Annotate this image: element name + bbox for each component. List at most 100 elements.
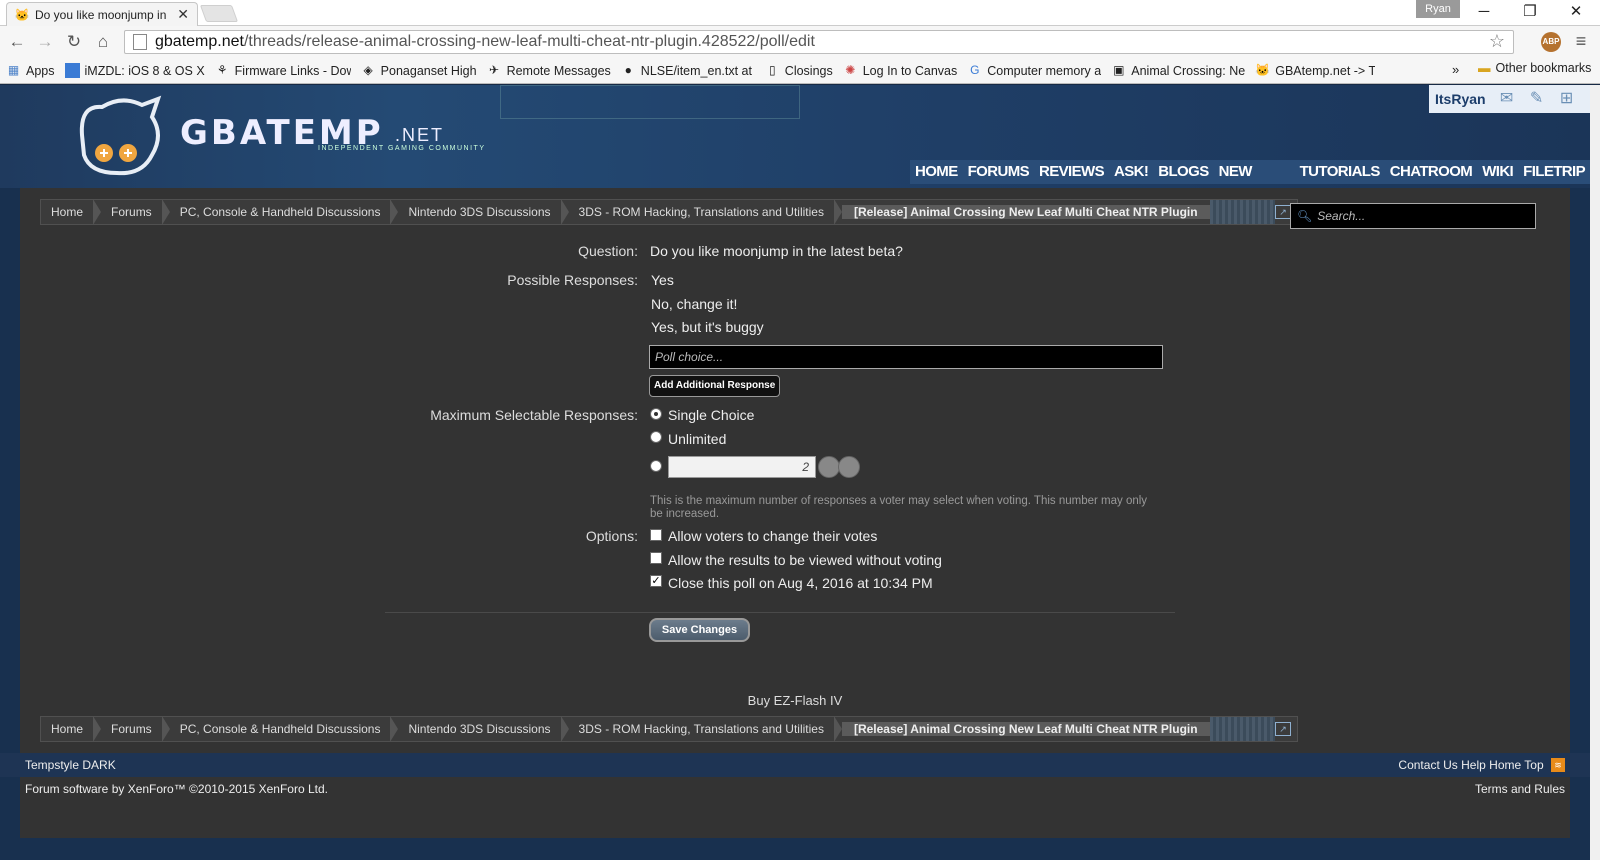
plane-icon: ✈ <box>489 63 500 77</box>
promo-link[interactable]: Buy EZ-Flash IV <box>20 693 1570 708</box>
footer-contact[interactable]: Contact Us <box>1398 758 1457 772</box>
reload-icon[interactable]: ↻ <box>63 31 85 53</box>
poll-choice-input[interactable]: Poll choice... <box>649 345 1163 369</box>
nav-forums[interactable]: FORUMS <box>963 160 1034 184</box>
breadcrumb-3ds-rom-hacking[interactable]: 3DS - ROM Hacking, Translations and Util… <box>569 717 843 741</box>
style-chooser[interactable]: Tempstyle DARK <box>25 758 116 772</box>
jump-to-icon[interactable]: ↗ <box>1275 205 1291 219</box>
new-tab-button[interactable] <box>199 5 239 22</box>
main-content: Home Forums PC, Console & Handheld Discu… <box>20 188 1570 838</box>
save-changes-button[interactable]: Save Changes <box>649 618 750 642</box>
bookmark-canvas[interactable]: ✺ Log In to Canvas <box>843 63 957 78</box>
username-link[interactable]: ItsRyan <box>1435 91 1486 107</box>
footer-help[interactable]: Help <box>1461 758 1486 772</box>
breadcrumb-3ds-rom-hacking[interactable]: 3DS - ROM Hacking, Translations and Util… <box>569 200 843 224</box>
bookmark-gbatemp[interactable]: 🐱GBAtemp.net -> The <box>1255 63 1375 78</box>
profile-chip[interactable]: Ryan <box>1416 0 1460 18</box>
alerts-icon[interactable]: ✎ <box>1526 90 1548 108</box>
breadcrumb-home[interactable]: Home <box>41 717 102 741</box>
breadcrumb-filler <box>1209 717 1275 741</box>
search-placeholder: Search... <box>1317 209 1366 223</box>
menu-icon[interactable]: ≡ <box>1570 31 1592 52</box>
breadcrumb-current[interactable]: [Release] Animal Crossing New Leaf Multi… <box>841 205 1210 219</box>
breadcrumb-3ds-discussions[interactable]: Nintendo 3DS Discussions <box>398 200 569 224</box>
nav-new-content[interactable]: NEW CONTENT <box>1214 160 1295 204</box>
bookmark-animal-crossing[interactable]: ▣ Animal Crossing: New <box>1111 63 1245 78</box>
other-bookmarks[interactable]: ▬ Other bookmarks <box>1478 61 1591 75</box>
custom-number-radio[interactable] <box>650 460 662 472</box>
view-results-checkbox[interactable] <box>650 552 662 564</box>
breadcrumb-home[interactable]: Home <box>41 200 102 224</box>
rss-icon[interactable]: ≋ <box>1551 758 1565 773</box>
browser-tab[interactable]: 🐱 Do you like moonjump in ✕ <box>6 2 198 26</box>
home-icon[interactable]: ⌂ <box>92 31 114 53</box>
bookmark-imzdl[interactable]: iMZDL: iOS 8 & OS X <box>64 63 205 78</box>
max-number-input[interactable]: 2 <box>668 456 816 478</box>
bookmarks-bar: ▦ Apps iMZDL: iOS 8 & OS X ⚘ Firmware Link… <box>0 58 1600 84</box>
add-response-button[interactable]: Add Additional Response <box>649 375 781 397</box>
user-nav: ItsRyan ✉ ✎ ⊞ <box>1429 85 1590 113</box>
bookmark-computer-memory[interactable]: G Computer memory an <box>967 63 1101 78</box>
max-responses-hint: This is the maximum number of responses … <box>650 495 1148 520</box>
nav-chatroom[interactable]: CHATROOM <box>1385 160 1477 184</box>
nav-tutorials[interactable]: TUTORIALS <box>1295 160 1385 184</box>
close-window-icon[interactable]: ✕ <box>1556 2 1596 22</box>
google-icon: G <box>970 63 980 77</box>
bookmark-remote-messages[interactable]: ✈ Remote Messages <box>487 63 611 78</box>
tab-title: Do you like moonjump in <box>35 7 167 22</box>
footer-home[interactable]: Home <box>1489 758 1521 772</box>
unlimited-radio[interactable] <box>650 431 662 443</box>
terms-link[interactable]: Terms and Rules <box>1475 782 1565 796</box>
bookmark-closings[interactable]: ▯ Closings <box>765 63 833 78</box>
question-label: Question: <box>578 243 638 259</box>
nav-blogs[interactable]: BLOGS <box>1153 160 1213 184</box>
bookmark-star-icon[interactable]: ☆ <box>1489 31 1505 52</box>
bookmarks-overflow-icon[interactable]: » <box>1452 62 1459 77</box>
canvas-icon: ✺ <box>845 63 856 77</box>
copyright: Forum software by XenForo™ ©2010-2015 Xe… <box>25 782 328 796</box>
close-poll-checkbox[interactable]: ✓ <box>650 575 662 587</box>
nav-ask[interactable]: ASK! <box>1109 160 1153 184</box>
nav-home[interactable]: HOME <box>910 160 963 184</box>
adblock-icon[interactable]: ABP <box>1541 32 1561 52</box>
breadcrumb-3ds-discussions[interactable]: Nintendo 3DS Discussions <box>398 717 569 741</box>
breadcrumb-forums[interactable]: Forums <box>101 717 170 741</box>
jump-to-icon[interactable]: ↗ <box>1275 722 1291 736</box>
minimize-icon[interactable]: ─ <box>1464 2 1504 22</box>
restore-icon[interactable]: ❐ <box>1510 2 1550 22</box>
close-tab-icon[interactable]: ✕ <box>177 6 189 23</box>
breadcrumb-current[interactable]: [Release] Animal Crossing New Leaf Multi… <box>841 722 1210 736</box>
nav-reviews[interactable]: REVIEWS <box>1034 160 1109 184</box>
response-2: No, change it! <box>651 296 738 312</box>
folder-icon: ▬ <box>1478 61 1491 75</box>
nav-wiki[interactable]: WIKI <box>1477 160 1518 184</box>
change-votes-checkbox[interactable] <box>650 529 662 541</box>
decrement-button[interactable] <box>818 456 840 478</box>
bookmark-firmware[interactable]: ⚘ Firmware Links - Dow <box>215 63 351 78</box>
breadcrumb-pc-console[interactable]: PC, Console & Handheld Discussions <box>170 200 399 224</box>
breadcrumb-filler <box>1209 200 1275 224</box>
single-choice-radio[interactable] <box>650 408 662 420</box>
forward-icon[interactable]: → <box>34 31 56 53</box>
form-divider <box>385 612 1175 613</box>
url-bar[interactable]: gbatemp.net/threads/release-animal-cross… <box>124 30 1514 54</box>
back-icon[interactable]: ← <box>6 31 28 53</box>
scrollbar[interactable] <box>1590 85 1600 860</box>
inbox-icon[interactable]: ✉ <box>1496 90 1518 108</box>
breadcrumb-forums[interactable]: Forums <box>101 200 170 224</box>
new-post-icon[interactable]: ⊞ <box>1556 90 1578 108</box>
url-path: /threads/release-animal-crossing-new-lea… <box>243 33 815 50</box>
address-toolbar: ← → ↻ ⌂ gbatemp.net/threads/release-anim… <box>0 26 1600 58</box>
bookmark-apps[interactable]: ▦ Apps <box>6 63 55 78</box>
footer-top[interactable]: Top <box>1524 758 1543 772</box>
question-value: Do you like moonjump in the latest beta? <box>650 243 903 259</box>
bookmark-nlse[interactable]: ● NLSE/item_en.txt at m <box>621 63 755 78</box>
firmware-icon: ⚘ <box>216 63 228 77</box>
apps-grid-icon: ▦ <box>7 63 20 77</box>
nav-filetrip[interactable]: FILETRIP <box>1518 160 1590 184</box>
increment-button[interactable] <box>838 456 860 478</box>
search-input[interactable]: 🔍︎ Search... <box>1290 203 1536 229</box>
breadcrumb-pc-console[interactable]: PC, Console & Handheld Discussions <box>170 717 399 741</box>
bookmark-ponaganset[interactable]: ◈ Ponaganset High <box>361 63 477 78</box>
animal-crossing-icon: ▣ <box>1113 63 1125 77</box>
